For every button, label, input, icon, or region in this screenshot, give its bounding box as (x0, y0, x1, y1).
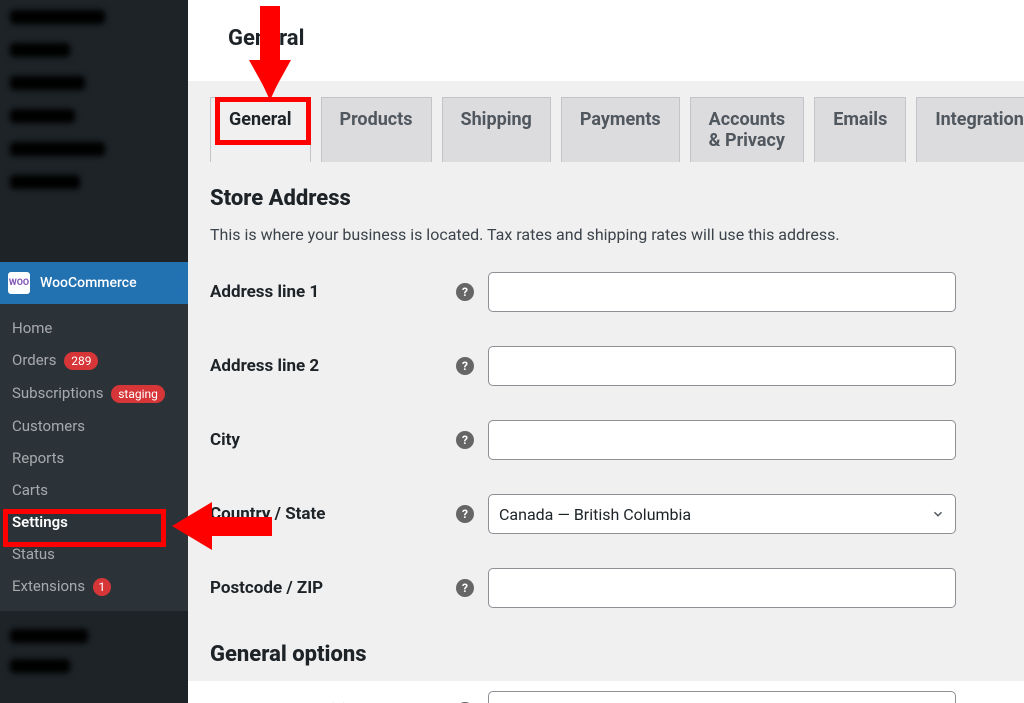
help-icon[interactable]: ? (456, 431, 474, 449)
tab-general[interactable]: General (210, 97, 311, 162)
tab-accounts-privacy[interactable]: Accounts & Privacy (690, 97, 805, 162)
settings-body: General Products Shipping Payments Accou… (188, 81, 1024, 681)
label-address2: Address line 2 (210, 356, 456, 376)
admin-sidebar: WOO WooCommerce Home Orders 289 Subscrip… (0, 0, 188, 703)
submenu-home[interactable]: Home (0, 312, 188, 344)
input-city[interactable] (488, 420, 956, 460)
field-row-address1: Address line 1 ? (210, 272, 1002, 312)
chevron-down-icon (931, 507, 945, 521)
sidebar-item-woocommerce[interactable]: WOO WooCommerce (0, 262, 188, 304)
submenu-reports[interactable]: Reports (0, 442, 188, 474)
field-row-selling-locations: Selling location(s) ? Sell to all countr… (210, 691, 1002, 703)
submenu-label: Customers (12, 417, 85, 435)
submenu-label: Carts (12, 481, 48, 499)
general-options-heading: General options (210, 642, 1002, 667)
label-city: City (210, 430, 456, 450)
input-postcode[interactable] (488, 568, 956, 608)
select-selling-locations[interactable]: Sell to all countries (488, 691, 956, 703)
settings-form: Store Address This is where your busines… (210, 162, 1002, 703)
field-row-country-state: Country / State ? Canada — British Colum… (210, 494, 1002, 534)
subscriptions-badge: staging (111, 385, 165, 403)
settings-tabs: General Products Shipping Payments Accou… (210, 97, 1002, 162)
submenu-customers[interactable]: Customers (0, 410, 188, 442)
submenu-label: Reports (12, 449, 64, 467)
input-address2[interactable] (488, 346, 956, 386)
woocommerce-submenu: Home Orders 289 Subscriptions staging Cu… (0, 304, 188, 611)
label-postcode: Postcode / ZIP (210, 578, 456, 598)
sidebar-blurred-items (0, 0, 188, 262)
field-row-city: City ? (210, 420, 1002, 460)
tab-integration[interactable]: Integration (916, 97, 1024, 162)
submenu-status[interactable]: Status (0, 538, 188, 570)
input-address1[interactable] (488, 272, 956, 312)
tab-shipping[interactable]: Shipping (442, 97, 551, 162)
store-address-description: This is where your business is located. … (210, 225, 1002, 244)
label-address1: Address line 1 (210, 282, 456, 302)
annotation-arrow-left (172, 496, 272, 556)
extensions-count-badge: 1 (93, 578, 111, 596)
main-content: General General Products Shipping Paymen… (188, 0, 1024, 703)
annotation-arrow-down (245, 6, 295, 98)
help-icon[interactable]: ? (456, 505, 474, 523)
tab-payments[interactable]: Payments (561, 97, 680, 162)
submenu-extensions[interactable]: Extensions 1 (0, 570, 188, 603)
submenu-label: Subscriptions (12, 384, 103, 402)
submenu-label: Settings (12, 513, 68, 531)
sidebar-item-label: WooCommerce (40, 275, 137, 291)
field-row-postcode: Postcode / ZIP ? (210, 568, 1002, 608)
orders-count-badge: 289 (64, 352, 98, 370)
submenu-carts[interactable]: Carts (0, 474, 188, 506)
submenu-label: Home (12, 319, 52, 337)
help-icon[interactable]: ? (456, 283, 474, 301)
submenu-label: Status (12, 545, 55, 563)
store-address-heading: Store Address (210, 186, 1002, 211)
submenu-subscriptions[interactable]: Subscriptions staging (0, 377, 188, 410)
submenu-label: Extensions (12, 577, 85, 595)
submenu-settings[interactable]: Settings (0, 506, 188, 538)
help-icon[interactable]: ? (456, 357, 474, 375)
tab-emails[interactable]: Emails (814, 97, 906, 162)
page-title: General (188, 0, 1024, 81)
submenu-label: Orders (12, 351, 57, 369)
tab-products[interactable]: Products (321, 97, 432, 162)
select-value: Canada — British Columbia (499, 505, 691, 524)
submenu-orders[interactable]: Orders 289 (0, 344, 188, 377)
select-country-state[interactable]: Canada — British Columbia (488, 494, 956, 534)
field-row-address2: Address line 2 ? (210, 346, 1002, 386)
sidebar-blurred-items-bottom (0, 611, 188, 681)
woocommerce-icon: WOO (8, 272, 30, 294)
help-icon[interactable]: ? (456, 579, 474, 597)
